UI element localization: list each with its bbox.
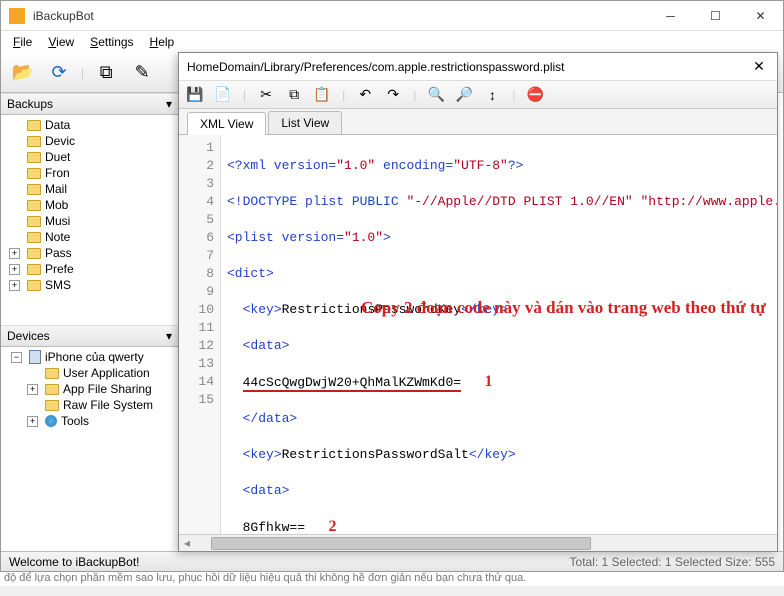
folder-icon bbox=[27, 120, 41, 131]
menu-help[interactable]: Help bbox=[144, 33, 181, 51]
folder-icon bbox=[27, 216, 41, 227]
code-value-2: 8Gfhkw== bbox=[243, 520, 305, 534]
backups-label: Backups bbox=[7, 97, 53, 111]
folder-icon bbox=[27, 232, 41, 243]
folder-icon bbox=[27, 168, 41, 179]
folder-icon bbox=[27, 248, 41, 259]
tree-item[interactable]: Data bbox=[1, 117, 178, 133]
tree-item[interactable]: Note bbox=[1, 229, 178, 245]
annotation-text: Copy 2 đoạn code này và dán vào trang we… bbox=[361, 297, 621, 319]
save-icon[interactable]: 💾 bbox=[185, 85, 205, 105]
folder-icon bbox=[45, 400, 59, 411]
menubar: File View Settings Help bbox=[1, 31, 783, 53]
tree-item[interactable]: Musi bbox=[1, 213, 178, 229]
copy-button[interactable]: ⧉ bbox=[90, 57, 122, 89]
folder-icon bbox=[27, 200, 41, 211]
tree-item[interactable]: +SMS bbox=[1, 277, 178, 293]
tree-item[interactable]: +Tools bbox=[1, 413, 178, 429]
status-left: Welcome to iBackupBot! bbox=[9, 555, 140, 569]
app-icon bbox=[9, 8, 25, 24]
backups-panel-header: Backups ▾ bbox=[1, 93, 178, 115]
undo-icon[interactable]: ↶ bbox=[355, 85, 375, 105]
editor-path: HomeDomain/Library/Preferences/com.apple… bbox=[187, 60, 745, 74]
collapse-icon[interactable]: ▾ bbox=[166, 329, 172, 343]
expander-icon[interactable]: + bbox=[9, 280, 20, 291]
plist-editor-window: HomeDomain/Library/Preferences/com.apple… bbox=[178, 52, 778, 552]
tree-item[interactable]: +Pass bbox=[1, 245, 178, 261]
folder-icon bbox=[27, 184, 41, 195]
folder-icon bbox=[27, 152, 41, 163]
devices-tree[interactable]: −iPhone của qwerty User Application +App… bbox=[1, 347, 178, 551]
find-icon[interactable]: 🔍 bbox=[426, 85, 446, 105]
expander-icon[interactable]: − bbox=[11, 352, 22, 363]
code-area[interactable]: <?xml version="1.0" encoding="UTF-8"?> <… bbox=[221, 135, 777, 534]
findnext-icon[interactable]: 🔎 bbox=[454, 85, 474, 105]
paste-icon[interactable]: 📋 bbox=[312, 85, 332, 105]
scrollbar-thumb[interactable] bbox=[211, 537, 591, 550]
folder-icon bbox=[27, 280, 41, 291]
redo-icon[interactable]: ↷ bbox=[383, 85, 403, 105]
refresh-button[interactable]: ⟳ bbox=[43, 57, 75, 89]
expander-icon[interactable]: + bbox=[9, 264, 20, 275]
annotation-2: 2 bbox=[328, 518, 336, 534]
stop-icon[interactable]: ⛔ bbox=[526, 85, 546, 105]
editor-close-button[interactable]: ✕ bbox=[745, 55, 773, 79]
devices-panel-header: Devices ▾ bbox=[1, 325, 178, 347]
tree-item[interactable]: Fron bbox=[1, 165, 178, 181]
maximize-button[interactable]: ☐ bbox=[693, 1, 738, 30]
devices-label: Devices bbox=[7, 329, 50, 343]
open-button[interactable]: 📂 bbox=[7, 57, 39, 89]
below-text: độ để lựa chọn phần mềm sao lưu, phục hồ… bbox=[0, 572, 784, 586]
tab-list-view[interactable]: List View bbox=[268, 111, 342, 134]
editor-body[interactable]: 123456789101112131415 <?xml version="1.0… bbox=[179, 135, 777, 534]
cut-icon[interactable]: ✂ bbox=[256, 85, 276, 105]
tree-item[interactable]: Devic bbox=[1, 133, 178, 149]
editor-tabs: XML View List View bbox=[179, 109, 777, 135]
backups-tree[interactable]: Data Devic Duet Fron Mail Mob Musi Note … bbox=[1, 115, 178, 325]
tree-item[interactable]: Mail bbox=[1, 181, 178, 197]
menu-file[interactable]: File bbox=[7, 33, 38, 51]
phone-icon bbox=[29, 350, 41, 364]
menu-view[interactable]: View bbox=[42, 33, 80, 51]
replace-icon[interactable]: ↕ bbox=[482, 85, 502, 105]
tree-item[interactable]: +App File Sharing bbox=[1, 381, 178, 397]
saveall-icon[interactable]: 📄 bbox=[213, 85, 233, 105]
expander-icon[interactable]: + bbox=[27, 416, 38, 427]
window-title: iBackupBot bbox=[33, 9, 648, 23]
tree-item[interactable]: User Application bbox=[1, 365, 178, 381]
expander-icon[interactable]: + bbox=[9, 248, 20, 259]
window-titlebar: iBackupBot ─ ☐ ✕ bbox=[1, 1, 783, 31]
tree-item[interactable]: Duet bbox=[1, 149, 178, 165]
tree-item[interactable]: +Prefe bbox=[1, 261, 178, 277]
expander-icon[interactable]: + bbox=[27, 384, 38, 395]
collapse-icon[interactable]: ▾ bbox=[166, 97, 172, 111]
statusbar: Welcome to iBackupBot! Total: 1 Selected… bbox=[1, 551, 783, 571]
tab-xml-view[interactable]: XML View bbox=[187, 112, 266, 135]
minimize-button[interactable]: ─ bbox=[648, 1, 693, 30]
editor-toolbar: 💾 📄 | ✂ ⧉ 📋 | ↶ ↷ | 🔍 🔎 ↕ | ⛔ bbox=[179, 81, 777, 109]
folder-icon bbox=[45, 384, 59, 395]
copy-icon[interactable]: ⧉ bbox=[284, 85, 304, 105]
close-button[interactable]: ✕ bbox=[738, 1, 783, 30]
folder-icon bbox=[27, 136, 41, 147]
status-right: Total: 1 Selected: 1 Selected Size: 555 bbox=[570, 555, 775, 569]
horizontal-scrollbar[interactable]: ◂ bbox=[179, 534, 777, 551]
code-value-1: 44cScQwgDwjW20+QhMalKZWmKd0= bbox=[243, 375, 461, 392]
gear-icon bbox=[45, 415, 57, 427]
line-gutter: 123456789101112131415 bbox=[179, 135, 221, 534]
tree-item[interactable]: −iPhone của qwerty bbox=[1, 349, 178, 365]
menu-settings[interactable]: Settings bbox=[84, 33, 139, 51]
brush-button[interactable]: ✎ bbox=[126, 57, 158, 89]
tree-item[interactable]: Mob bbox=[1, 197, 178, 213]
annotation-1: 1 bbox=[484, 373, 492, 390]
folder-icon bbox=[45, 368, 59, 379]
tree-item[interactable]: Raw File System bbox=[1, 397, 178, 413]
folder-icon bbox=[27, 264, 41, 275]
